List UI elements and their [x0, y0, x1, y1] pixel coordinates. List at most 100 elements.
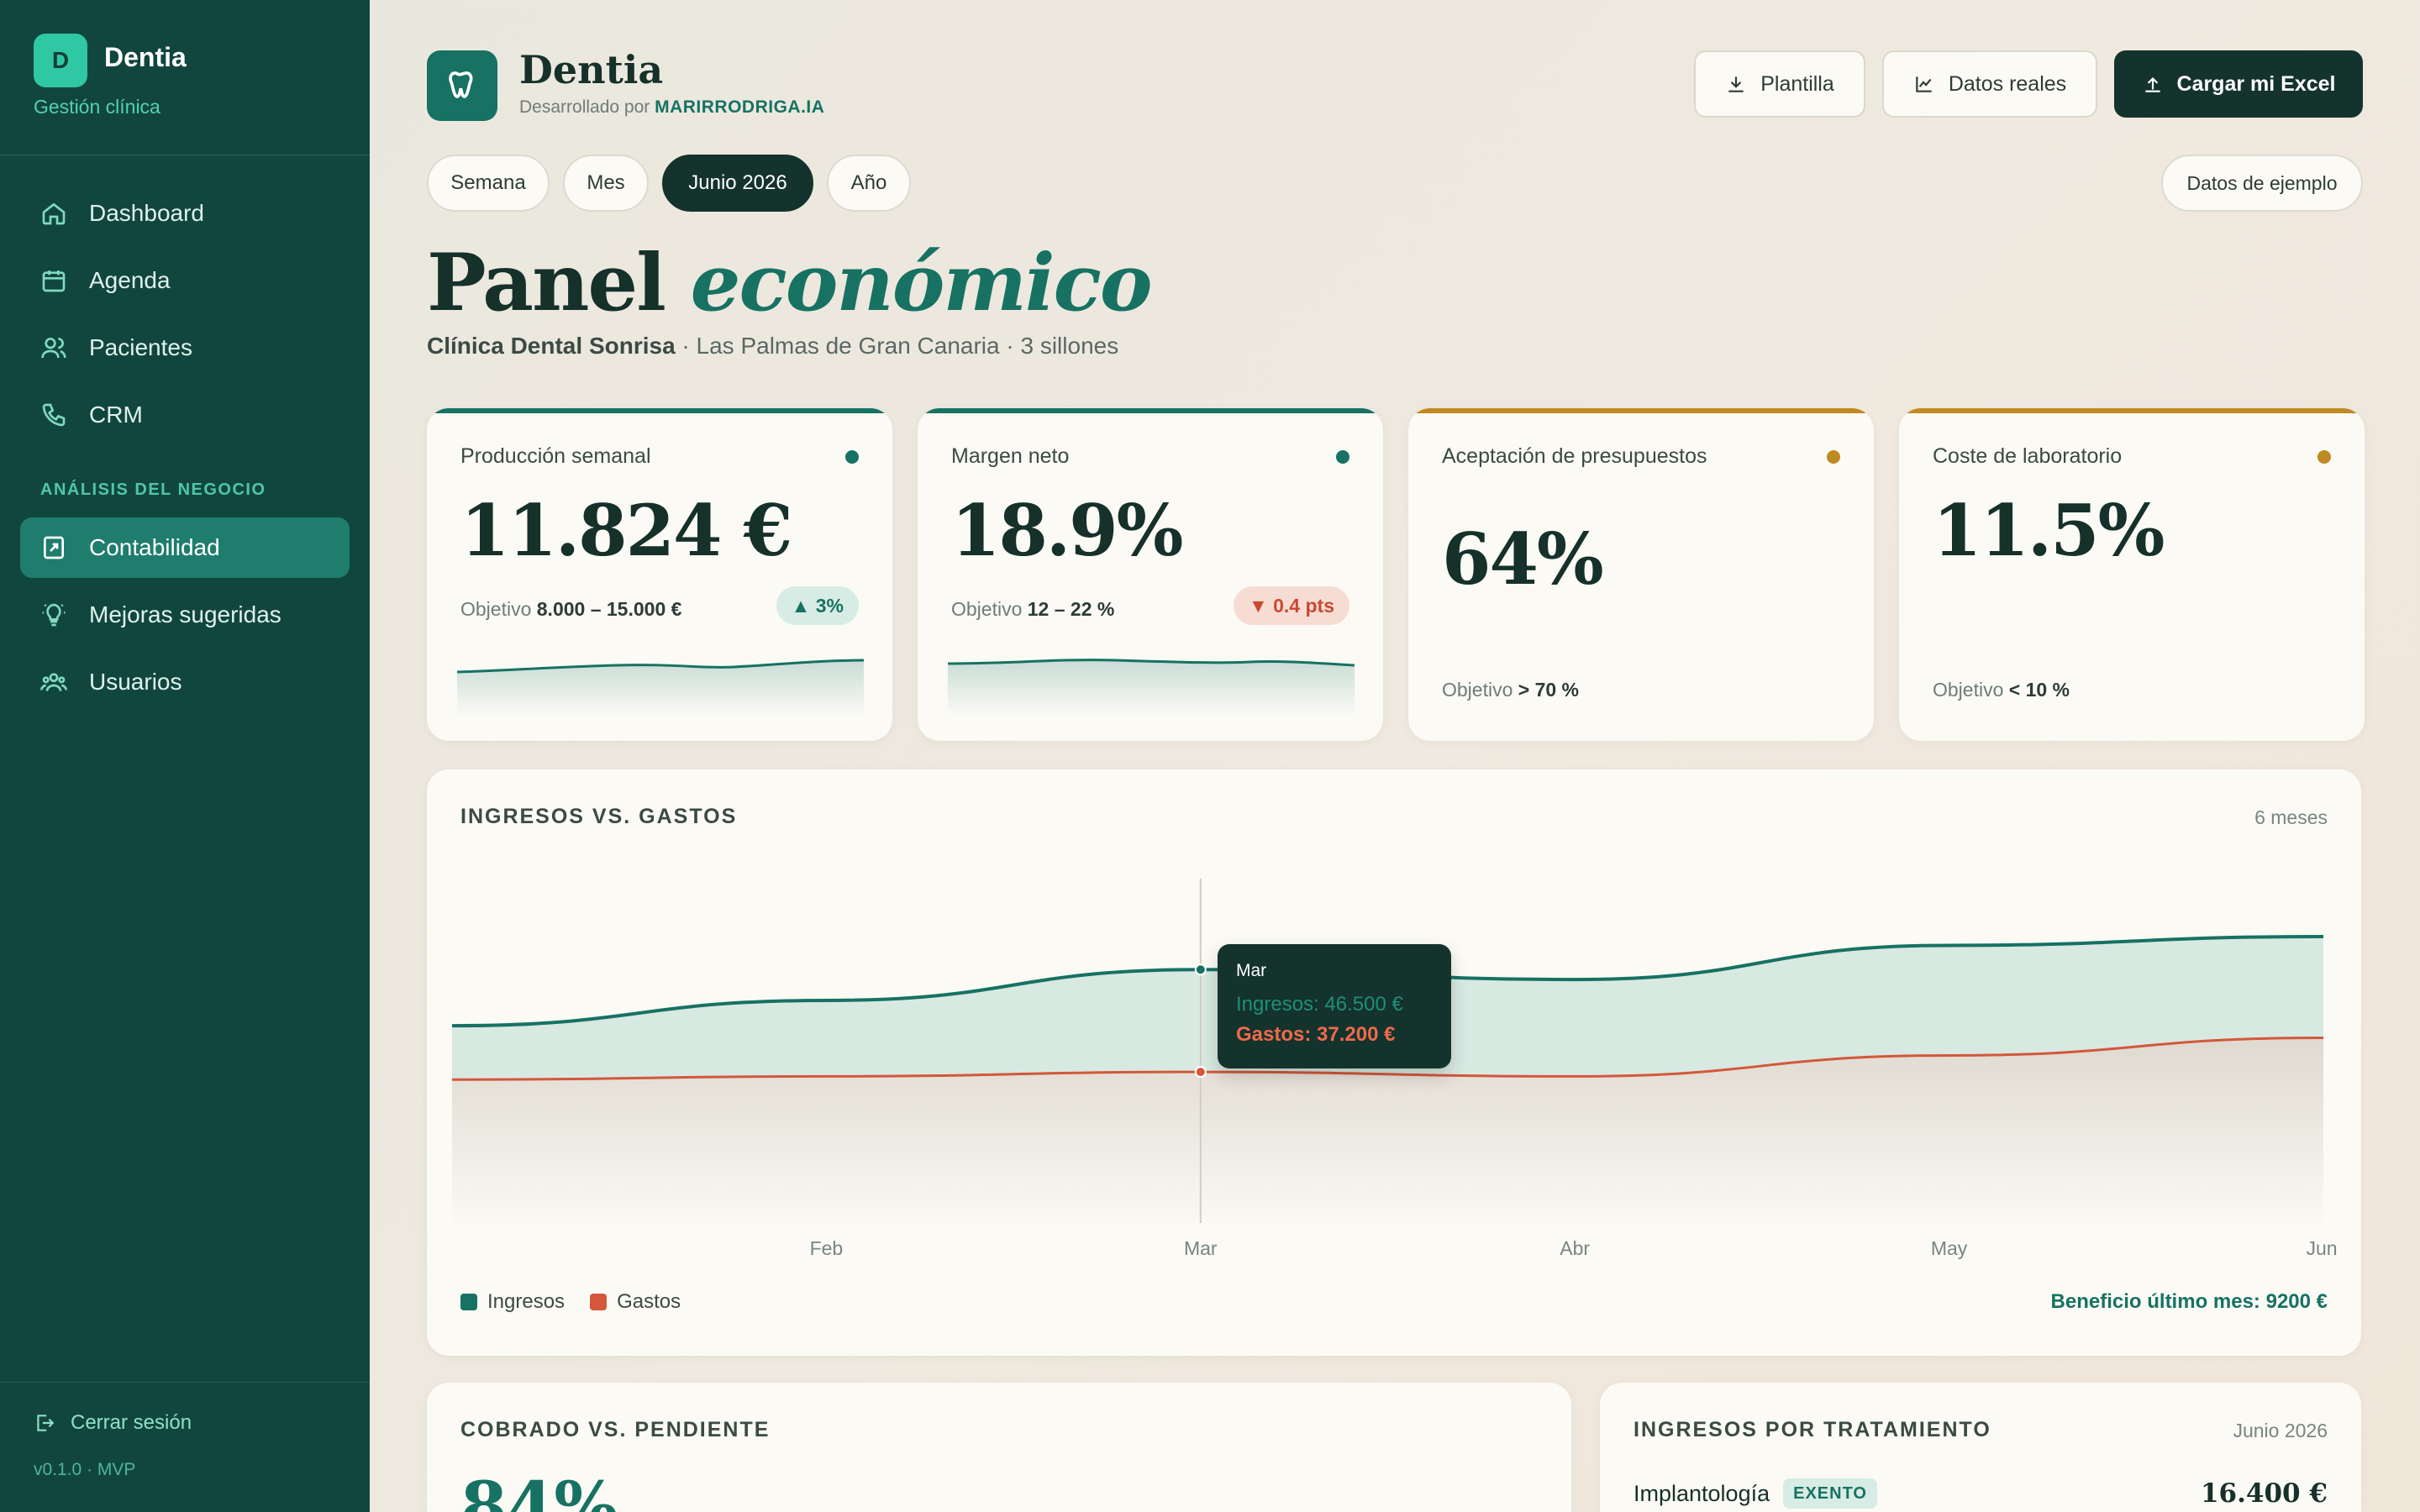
- sidebar-item-crm[interactable]: CRM: [20, 385, 350, 445]
- logout-label: Cerrar sesión: [71, 1411, 192, 1434]
- sidebar-item-contabilidad[interactable]: Contabilidad: [20, 517, 350, 578]
- calendar-icon: [42, 270, 66, 292]
- real-data-button[interactable]: Datos reales: [1882, 50, 2097, 118]
- phone-icon: [42, 403, 66, 427]
- collected-title: COBRADO VS. PENDIENTE: [460, 1418, 771, 1441]
- kpi-target: Objetivo > 70 %: [1442, 679, 1579, 701]
- last-month-benefit: Beneficio último mes: 9200 €: [2050, 1290, 2328, 1313]
- kpi-value: 64%: [1442, 517, 1604, 601]
- real-data-button-label: Datos reales: [1948, 71, 2067, 96]
- kpi-card-produccion[interactable]: Producción semanal 11.824 € Objetivo 8.0…: [427, 408, 892, 741]
- sidebar-item-label: Agenda: [89, 267, 171, 293]
- income-point[interactable]: [1194, 963, 1207, 976]
- treatment-name: Implantología: [1634, 1480, 1770, 1506]
- sidebar-item-usuarios[interactable]: Usuarios: [20, 652, 350, 712]
- kpi-target-prefix: Objetivo: [460, 598, 532, 620]
- lightbulb-icon: [42, 603, 66, 627]
- treatment-title: INGRESOS POR TRATAMIENTO: [1634, 1418, 1991, 1441]
- legend-item-ingresos[interactable]: Ingresos: [460, 1290, 565, 1314]
- tab-mes[interactable]: Mes: [563, 155, 649, 212]
- sparkline-area: [948, 659, 1355, 716]
- sidebar-item-mejoras[interactable]: Mejoras sugeridas: [20, 585, 350, 645]
- version-label: v0.1.0 · MVP: [34, 1460, 136, 1479]
- page-title-accent: económico: [690, 237, 1153, 329]
- sidebar-divider: [0, 1382, 370, 1383]
- kpi-target-range: < 10 %: [2008, 679, 2070, 701]
- kpi-target-prefix: Objetivo: [1933, 679, 2004, 701]
- kpi-trend-badge: ▼ 0.4 pts: [1233, 586, 1349, 625]
- users-icon: [41, 338, 66, 359]
- kpi-target: Objetivo 8.000 – 15.000 €: [460, 598, 681, 621]
- kpi-target-range: > 70 %: [1518, 679, 1580, 701]
- sidebar-item-dashboard[interactable]: Dashboard: [20, 183, 350, 244]
- kpi-accent-bar: [918, 408, 1383, 413]
- income-by-treatment-card: INGRESOS POR TRATAMIENTO Junio 2026 Impl…: [1600, 1383, 2361, 1512]
- tooth-icon: [449, 71, 473, 98]
- sample-data-badge[interactable]: Datos de ejemplo: [2161, 155, 2363, 212]
- sidebar-item-label: Dashboard: [89, 200, 204, 226]
- group-icon: [40, 673, 67, 691]
- chart-tooltip: Mar Ingresos: 46.500 € Gastos: 37.200 €: [1218, 944, 1451, 1068]
- legend-item-gastos[interactable]: Gastos: [590, 1290, 681, 1314]
- income-expense-chart-card: INGRESOS VS. GASTOS 6 meses Feb Mar Abr May…: [427, 769, 2361, 1356]
- app-logo: [427, 50, 497, 121]
- clinic-subtitle: Clínica Dental Sonrisa · Las Palmas de G…: [427, 333, 1118, 360]
- x-tick-label: Mar: [1184, 1237, 1218, 1259]
- kpi-value: 11.5%: [1933, 489, 2165, 572]
- kpi-value: 11.824 €: [460, 489, 792, 572]
- kpi-label: Producción semanal: [460, 444, 651, 468]
- page-title: Panel económico: [427, 237, 1153, 329]
- x-axis: Feb Mar Abr May Jun: [810, 1237, 2338, 1259]
- app-title: Dentia: [519, 47, 664, 92]
- tab-junio-2026[interactable]: Junio 2026: [662, 155, 813, 212]
- tooltip-income: Ingresos: 46.500 €: [1236, 993, 1403, 1016]
- kpi-target-range: 8.000 – 15.000 €: [536, 598, 682, 620]
- legend-swatch: [460, 1294, 477, 1310]
- legend-label: Gastos: [617, 1290, 681, 1313]
- x-tick-label: Jun: [2306, 1237, 2337, 1259]
- developer-credit: Desarrollado por MARIRRODRIGA.IA: [519, 97, 824, 118]
- clinic-name: Clínica Dental Sonrisa: [427, 333, 676, 359]
- tab-ano[interactable]: Año: [827, 155, 911, 212]
- page-title-main: Panel: [427, 237, 666, 329]
- legend-label: Ingresos: [487, 1290, 566, 1313]
- brand-subtitle: Gestión clínica: [34, 96, 160, 118]
- sidebar-item-label: Contabilidad: [89, 534, 220, 560]
- kpi-card-aceptacion[interactable]: Aceptación de presupuestos 64% Objetivo …: [1408, 408, 1874, 741]
- upload-excel-button[interactable]: Cargar mi Excel: [2114, 50, 2363, 118]
- legend-swatch: [590, 1294, 608, 1310]
- kpi-target-prefix: Objetivo: [1442, 679, 1513, 701]
- logout-icon: [37, 1415, 55, 1431]
- template-button[interactable]: Plantilla: [1694, 50, 1865, 118]
- sidebar-section-label: ANÁLISIS DEL NEGOCIO: [40, 480, 266, 499]
- clinic-meta: · Las Palmas de Gran Canaria · 3 sillone…: [675, 333, 1119, 359]
- sidebar-item-label: CRM: [89, 402, 143, 428]
- tax-exempt-tag: EXENTO: [1783, 1478, 1877, 1509]
- developer-prefix: Desarrollado por: [519, 97, 650, 117]
- kpi-accent-bar: [1408, 408, 1874, 413]
- developer-link[interactable]: MARIRRODRIGA.IA: [655, 97, 824, 117]
- logout-button[interactable]: Cerrar sesión: [34, 1411, 192, 1435]
- brand-name: Dentia: [104, 42, 187, 72]
- kpi-target-prefix: Objetivo: [951, 598, 1023, 620]
- collected-vs-pending-card: COBRADO VS. PENDIENTE 84%: [427, 1383, 1571, 1512]
- list-item[interactable]: Implantología EXENTO 16.400 €: [1634, 1478, 2328, 1509]
- kpi-sparkline: [948, 659, 1355, 716]
- kpi-status-dot: [2317, 450, 2331, 464]
- ledger-icon: [44, 536, 64, 559]
- upload-excel-button-label: Cargar mi Excel: [2176, 71, 2336, 96]
- tab-semana[interactable]: Semana: [427, 155, 550, 212]
- x-tick-label: Feb: [810, 1237, 844, 1259]
- sidebar-item-label: Pacientes: [89, 334, 192, 360]
- expense-point[interactable]: [1194, 1066, 1207, 1079]
- kpi-status-dot: [845, 450, 859, 464]
- collected-percentage: 84%: [460, 1467, 618, 1512]
- kpi-value: 18.9%: [951, 489, 1183, 572]
- sidebar-item-agenda[interactable]: Agenda: [20, 250, 350, 311]
- sidebar-item-pacientes[interactable]: Pacientes: [20, 318, 350, 378]
- kpi-card-laboratorio[interactable]: Coste de laboratorio 11.5% Objetivo < 10…: [1899, 408, 2365, 741]
- kpi-label: Margen neto: [951, 444, 1070, 468]
- template-button-label: Plantilla: [1760, 71, 1834, 96]
- tooltip-expense: Gastos: 37.200 €: [1236, 1023, 1396, 1046]
- kpi-card-margen[interactable]: Margen neto 18.9% Objetivo 12 – 22 % ▼ 0…: [918, 408, 1383, 741]
